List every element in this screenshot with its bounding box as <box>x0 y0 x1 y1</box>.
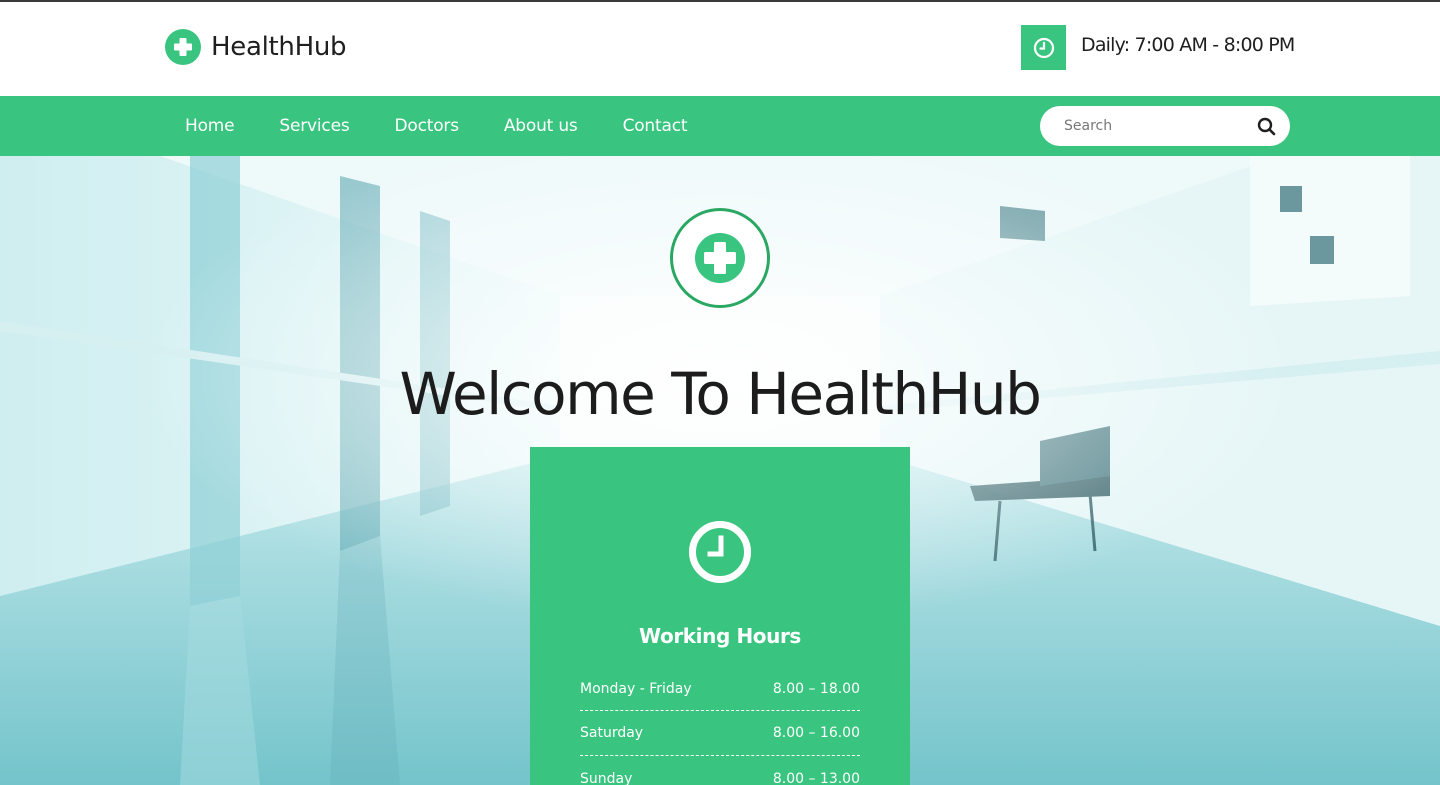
search-icon[interactable] <box>1256 116 1276 136</box>
opening-hours-text: Daily: 7:00 AM - 8:00 PM <box>1081 34 1295 56</box>
working-hours-table: Monday - Friday 8.00 – 18.00 Saturday 8.… <box>580 665 860 785</box>
schedule-day: Monday - Friday <box>580 680 692 697</box>
working-hours-card: Working Hours Monday - Friday 8.00 – 18.… <box>530 447 910 785</box>
schedule-day: Saturday <box>580 725 644 741</box>
schedule-row: Sunday 8.00 – 13.00 <box>580 756 860 785</box>
schedule-day: Sunday <box>580 770 633 785</box>
schedule-hours: 8.00 – 13.00 <box>772 770 860 785</box>
hero-title: Welcome To HealthHub <box>399 359 1042 428</box>
page: HealthHub Daily: 7:00 AM - 8:00 PM Home … <box>0 0 1440 785</box>
schedule-row: Monday - Friday 8.00 – 18.00 <box>580 665 860 711</box>
nav-item-contact[interactable]: Contact <box>623 116 688 136</box>
nav-item-about-us[interactable]: About us <box>504 116 578 136</box>
schedule-hours: 8.00 – 16.00 <box>772 725 860 741</box>
nav-item-doctors[interactable]: Doctors <box>395 116 460 136</box>
brand-logo-link[interactable]: HealthHub <box>165 27 347 67</box>
medical-cross-icon <box>695 233 745 283</box>
working-hours-title: Working Hours <box>639 624 801 648</box>
top-header: HealthHub Daily: 7:00 AM - 8:00 PM <box>0 0 1440 96</box>
clock-icon <box>689 521 751 583</box>
search-box <box>1040 106 1290 146</box>
schedule-row: Saturday 8.00 – 16.00 <box>580 711 860 756</box>
schedule-hours: 8.00 – 18.00 <box>772 680 860 697</box>
hero-emblem <box>670 208 770 308</box>
nav-item-services[interactable]: Services <box>279 116 349 136</box>
clock-icon <box>1021 25 1066 70</box>
nav-item-home[interactable]: Home <box>185 116 235 136</box>
main-nav: Home Services Doctors About us Contact <box>185 96 688 156</box>
brand-name: HealthHub <box>211 32 347 62</box>
search-input[interactable] <box>1064 118 1254 134</box>
medical-cross-icon <box>165 29 201 65</box>
main-navbar: Home Services Doctors About us Contact <box>0 96 1440 156</box>
hero-section: Welcome To HealthHub Working Hours Monda… <box>0 156 1440 785</box>
